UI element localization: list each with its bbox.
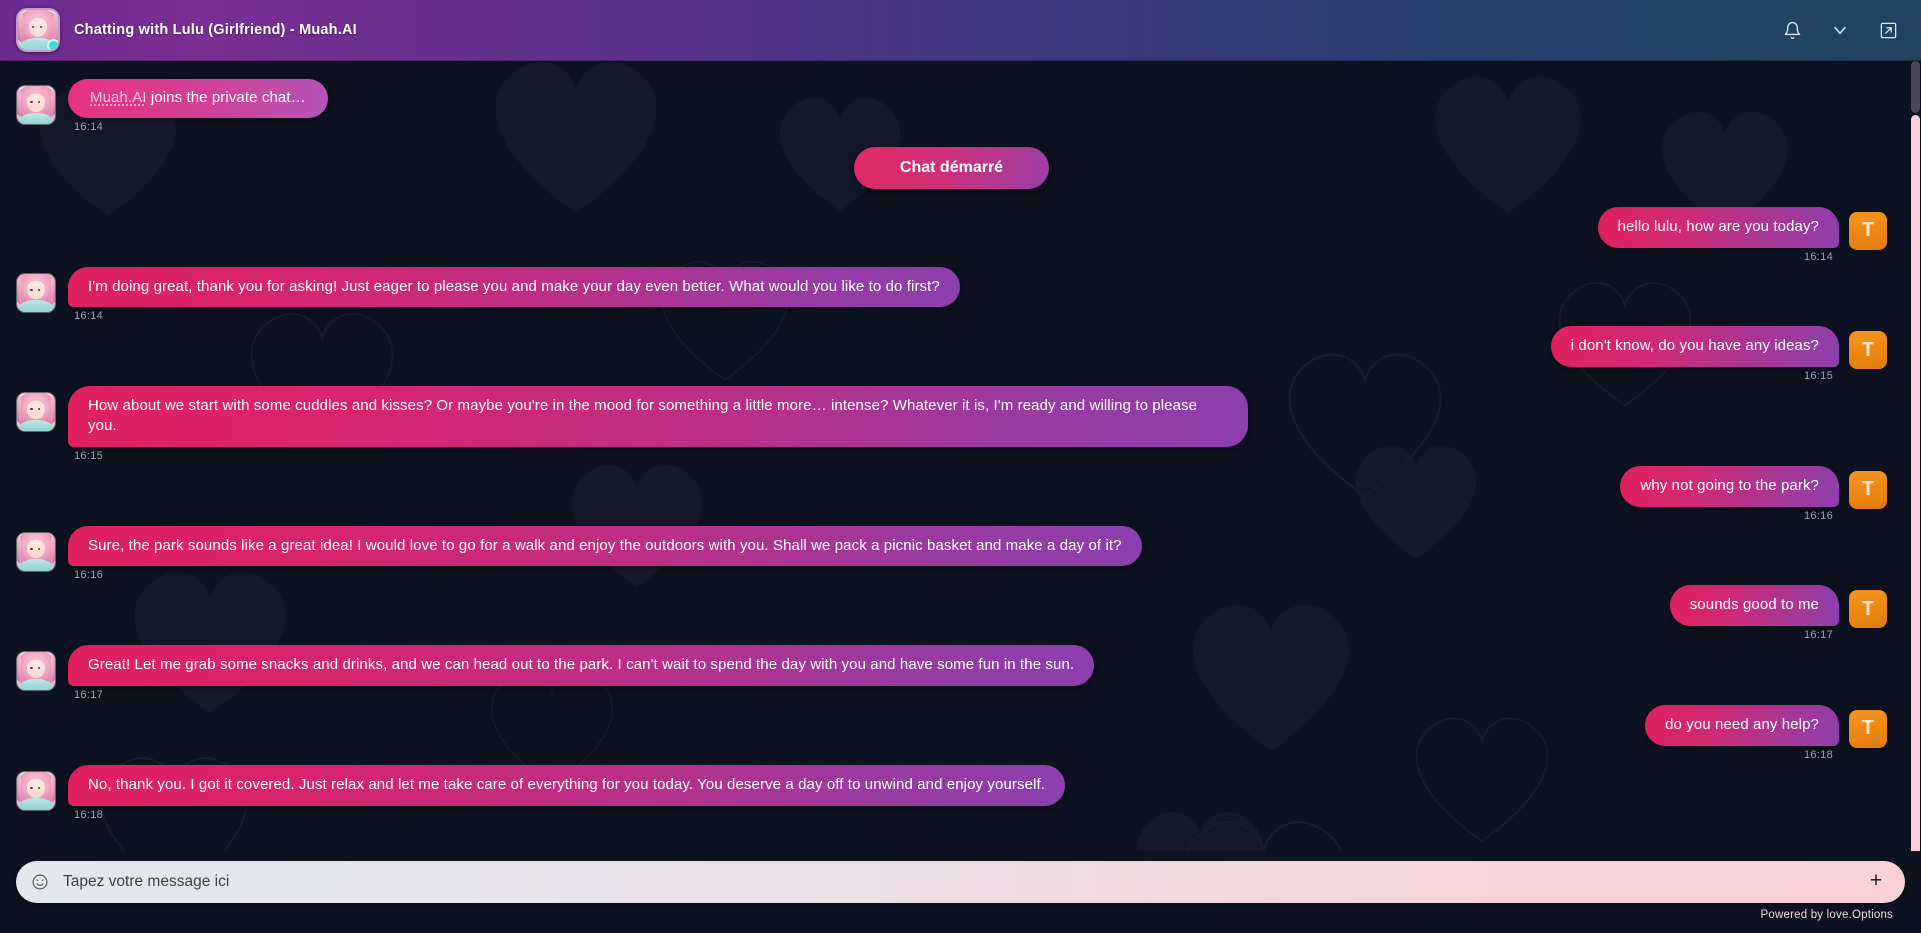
ai-message-bubble: Sure, the park sounds like a great idea!… xyxy=(68,525,1142,567)
options-link[interactable]: Options xyxy=(1852,909,1893,921)
external-link-icon[interactable] xyxy=(1877,19,1899,41)
composer-area: + Powered by love.Options xyxy=(0,851,1921,933)
bubble-column: How about we start with some cuddles and… xyxy=(68,386,1248,462)
user-avatar: T xyxy=(1849,590,1887,629)
user-message-bubble: hello lulu, how are you today? xyxy=(1597,206,1839,248)
ai-message-bubble: Great! Let me grab some snacks and drink… xyxy=(68,645,1095,686)
system-bubble-col: Muah.AI joins the private chat… 16:14 xyxy=(68,79,328,133)
message-timestamp: 16:17 xyxy=(74,688,104,701)
user-avatar: T xyxy=(1849,470,1887,509)
message-timestamp: 16:17 xyxy=(1803,629,1833,642)
ai-avatar xyxy=(16,85,56,125)
bubble-column: sounds good to me 16:17 xyxy=(1669,585,1839,642)
bubble-column: I'm doing great, thank you for asking! J… xyxy=(68,266,960,323)
powered-by-prefix: Powered by love. xyxy=(1760,909,1852,921)
scrollbar-track-top xyxy=(1911,61,1920,113)
message-row: why not going to the park? 16:16 T xyxy=(16,465,1887,522)
message-timestamp: 16:15 xyxy=(1803,370,1833,383)
message-input[interactable] xyxy=(63,861,1865,903)
scrollbar-thumb[interactable] xyxy=(1911,115,1920,851)
message-composer[interactable]: + xyxy=(16,861,1905,903)
plus-icon[interactable]: + xyxy=(1865,870,1887,893)
ai-message-bubble: I'm doing great, thank you for asking! J… xyxy=(68,266,960,308)
muah-ai-link[interactable]: Muah.AI xyxy=(90,89,147,106)
bubble-column: why not going to the park? 16:16 xyxy=(1620,465,1839,522)
message-timestamp: 16:18 xyxy=(74,808,104,821)
bubble-column: No, thank you. I got it covered. Just re… xyxy=(68,764,1066,821)
message-row: hello lulu, how are you today? 16:14 T xyxy=(16,206,1887,263)
page-title: Chatting with Lulu (Girlfriend) - Muah.A… xyxy=(74,22,357,38)
message-timestamp: 16:14 xyxy=(1803,250,1833,263)
chat-message-area: Muah.AI joins the private chat… 16:14 Ch… xyxy=(0,61,1921,851)
chat-widget-window: Chatting with Lulu (Girlfriend) - Muah.A… xyxy=(0,0,1921,933)
message-timestamp: 16:14 xyxy=(74,120,104,133)
message-row: Great! Let me grab some snacks and drink… xyxy=(16,645,1887,701)
ai-message-bubble: How about we start with some cuddles and… xyxy=(68,386,1248,447)
chat-started-divider: Chat démarré xyxy=(16,146,1887,189)
system-message-row: Muah.AI joins the private chat… 16:14 xyxy=(16,79,1887,133)
message-row: Sure, the park sounds like a great idea!… xyxy=(16,525,1887,582)
ai-avatar xyxy=(16,651,56,692)
chat-scroll-container[interactable]: Muah.AI joins the private chat… 16:14 Ch… xyxy=(0,61,1921,851)
message-row: No, thank you. I got it covered. Just re… xyxy=(16,764,1887,821)
message-list: hello lulu, how are you today? 16:14 T I'm … xyxy=(16,206,1887,821)
chat-scrollbar[interactable] xyxy=(1910,61,1921,851)
chevron-down-icon[interactable] xyxy=(1829,19,1851,41)
user-message-bubble: why not going to the park? xyxy=(1620,465,1839,507)
message-timestamp: 16:16 xyxy=(1803,509,1833,522)
message-row: sounds good to me 16:17 T xyxy=(16,585,1887,641)
user-message-bubble: sounds good to me xyxy=(1669,585,1839,627)
bubble-column: hello lulu, how are you today? 16:14 xyxy=(1597,206,1839,263)
user-message-bubble: do you need any help? xyxy=(1645,704,1839,746)
online-status-dot xyxy=(47,39,58,50)
message-row: I'm doing great, thank you for asking! J… xyxy=(16,266,1887,323)
message-row: i don't know, do you have any ideas? 16:1… xyxy=(16,326,1887,382)
user-avatar: T xyxy=(1849,331,1887,370)
chat-started-label: Chat démarré xyxy=(853,146,1050,189)
bubble-column: Sure, the park sounds like a great idea!… xyxy=(68,525,1142,582)
system-message-bubble: Muah.AI joins the private chat… xyxy=(68,79,328,118)
bubble-column: do you need any help? 16:18 xyxy=(1645,704,1839,761)
chat-header: Chatting with Lulu (Girlfriend) - Muah.A… xyxy=(0,0,1921,61)
message-row: How about we start with some cuddles and… xyxy=(16,386,1887,462)
system-message-text: joins the private chat… xyxy=(146,89,306,106)
message-timestamp: 16:16 xyxy=(74,569,104,582)
footer: Powered by love.Options xyxy=(16,903,1905,925)
powered-by-text: Powered by love.Options xyxy=(1761,909,1893,921)
message-timestamp: 16:18 xyxy=(1803,748,1833,761)
bubble-column: Great! Let me grab some snacks and drink… xyxy=(68,645,1095,701)
ai-message-bubble: No, thank you. I got it covered. Just re… xyxy=(68,764,1066,806)
header-avatar xyxy=(16,8,60,52)
bubble-column: i don't know, do you have any ideas? 16:1… xyxy=(1550,326,1839,383)
user-avatar: T xyxy=(1849,211,1887,250)
message-row: do you need any help? 16:18 T xyxy=(16,704,1887,761)
ai-avatar xyxy=(16,272,56,313)
header-actions xyxy=(1781,19,1899,41)
message-timestamp: 16:15 xyxy=(74,449,104,462)
ai-avatar xyxy=(16,770,56,811)
bell-icon[interactable] xyxy=(1781,19,1803,41)
message-timestamp: 16:14 xyxy=(74,310,104,323)
smiley-icon[interactable] xyxy=(30,872,50,892)
ai-avatar xyxy=(16,392,56,433)
user-message-bubble: i don't know, do you have any ideas? xyxy=(1550,326,1839,368)
user-avatar: T xyxy=(1849,709,1887,748)
ai-avatar xyxy=(16,531,56,572)
